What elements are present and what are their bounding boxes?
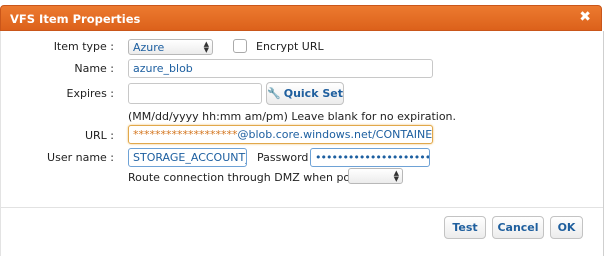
item-type-value: Azure <box>133 41 165 54</box>
select-arrows-icon: ▲ ▼ <box>203 40 209 54</box>
test-button[interactable]: Test <box>444 216 486 239</box>
url-masked-part: ******************* <box>133 128 238 141</box>
url-label: URL : <box>84 129 114 142</box>
dmz-select[interactable]: ▲ ▼ <box>348 168 403 184</box>
close-icon[interactable]: ✖ <box>579 9 591 25</box>
item-type-select[interactable]: Azure ▲ ▼ <box>128 39 213 55</box>
quick-set-button[interactable]: 🔧 Quick Set <box>266 82 344 105</box>
vfs-item-properties-dialog: VFS Item Properties ✖ Item type : Azure … <box>0 0 604 256</box>
quick-set-label: Quick Set <box>283 87 343 100</box>
cancel-button[interactable]: Cancel <box>492 216 544 239</box>
username-input[interactable]: STORAGE_ACCOUNT_NA <box>128 148 247 167</box>
expires-label: Expires : <box>66 87 114 100</box>
username-label: User name : <box>47 151 114 164</box>
expires-hint: (MM/dd/yyyy hh:mm am/pm) Leave blank for… <box>128 110 457 123</box>
password-input[interactable]: •••••••••••••••••••••••• <box>310 148 430 167</box>
url-input[interactable]: *******************@blob.core.windows.ne… <box>128 125 433 144</box>
ok-button[interactable]: OK <box>550 216 583 239</box>
encrypt-url-checkbox[interactable] <box>233 39 247 53</box>
wrench-icon: 🔧 <box>267 87 281 100</box>
encrypt-url-label: Encrypt URL <box>256 40 324 53</box>
name-input[interactable]: azure_blob <box>128 59 433 78</box>
url-value: @blob.core.windows.net/CONTAINER_NAME/ <box>237 128 433 141</box>
select-arrows-icon: ▲ ▼ <box>393 169 399 183</box>
password-label: Password : <box>257 151 316 164</box>
name-label: Name : <box>74 62 114 75</box>
dialog-titlebar[interactable]: VFS Item Properties ✖ <box>0 5 602 31</box>
dialog-title: VFS Item Properties <box>10 12 141 26</box>
dialog-body: Item type : Azure ▲ ▼ Encrypt URL Name : … <box>0 31 604 256</box>
expires-input[interactable] <box>128 83 262 104</box>
item-type-label: Item type : <box>53 40 114 53</box>
footer-divider <box>1 207 603 208</box>
